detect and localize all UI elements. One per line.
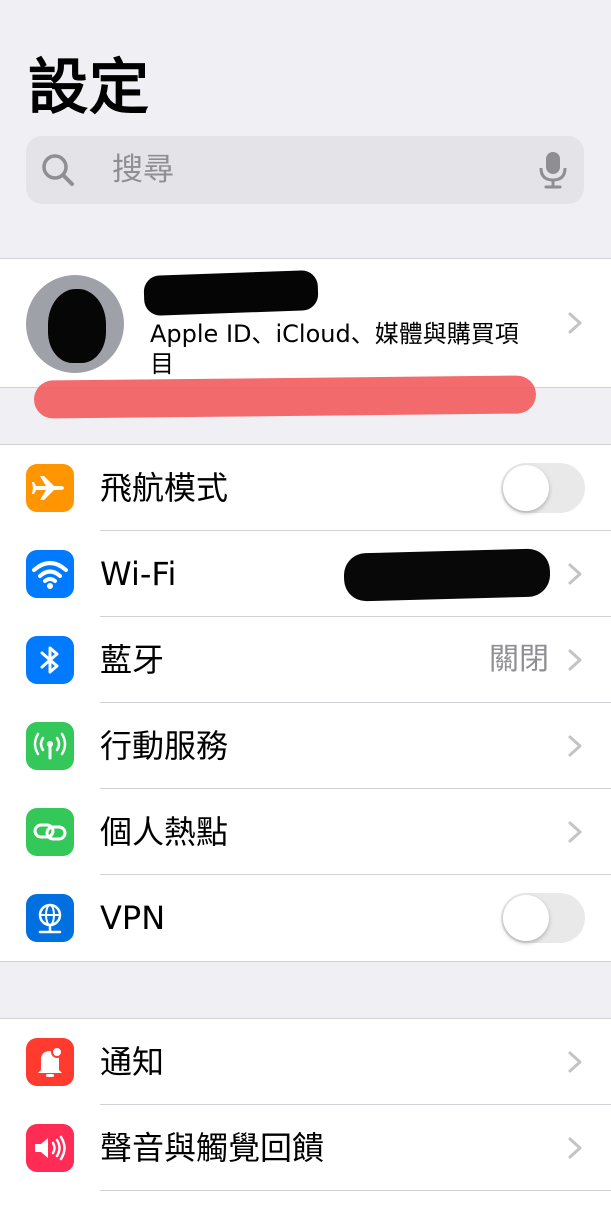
general-group: 通知 聲音與觸覺回饋 [0, 1018, 611, 1219]
search-placeholder: 搜尋 [112, 152, 174, 188]
microphone-icon[interactable] [538, 150, 568, 190]
antenna-icon [26, 722, 74, 770]
avatar [26, 275, 124, 373]
wifi-network-redaction [343, 548, 551, 602]
globe-icon [26, 894, 74, 942]
vpn-row[interactable]: VPN [0, 875, 611, 961]
avatar-redaction [48, 289, 106, 363]
vpn-label: VPN [100, 899, 166, 937]
name-redaction [143, 269, 319, 317]
personal-hotspot-row[interactable]: 個人熱點 [0, 789, 611, 875]
speaker-icon [26, 1124, 74, 1172]
sounds-haptics-label: 聲音與觸覺回饋 [100, 1129, 325, 1167]
airplane-mode-label: 飛航模式 [100, 469, 229, 507]
chevron-right-icon [568, 649, 582, 671]
airplane-icon [26, 464, 74, 512]
search-bar[interactable]: 搜尋 [26, 136, 584, 204]
chevron-right-icon [568, 735, 582, 757]
bluetooth-label: 藍牙 [100, 641, 165, 679]
notifications-row[interactable]: 通知 [0, 1019, 611, 1105]
vpn-toggle[interactable] [501, 893, 585, 943]
chevron-right-icon [568, 563, 582, 585]
cellular-label: 行動服務 [100, 727, 229, 765]
airplane-mode-row[interactable]: 飛航模式 [0, 445, 611, 531]
bluetooth-status: 關閉 [489, 642, 549, 677]
wifi-label: Wi-Fi [100, 555, 177, 593]
chevron-right-icon [568, 312, 582, 334]
bluetooth-icon [26, 636, 74, 684]
sounds-haptics-row[interactable]: 聲音與觸覺回饋 [0, 1105, 611, 1191]
personal-hotspot-label: 個人熱點 [100, 813, 229, 851]
page-title: 設定 [28, 53, 150, 123]
connectivity-group: 飛航模式 Wi-Fi 藍牙 關閉 行動服務 個人熱點 VPN [0, 444, 611, 962]
wifi-row[interactable]: Wi-Fi [0, 531, 611, 617]
link-icon [26, 808, 74, 856]
wifi-icon [26, 550, 74, 598]
notifications-label: 通知 [100, 1043, 165, 1081]
apple-id-row[interactable]: Apple ID、iCloud、媒體與購買項目 [0, 258, 611, 388]
bell-icon [26, 1038, 74, 1086]
red-redaction-mark [33, 375, 537, 419]
airplane-mode-toggle[interactable] [501, 463, 585, 513]
chevron-right-icon [568, 1137, 582, 1159]
cellular-row[interactable]: 行動服務 [0, 703, 611, 789]
search-icon [42, 154, 74, 186]
chevron-right-icon [568, 1051, 582, 1073]
bluetooth-row[interactable]: 藍牙 關閉 [0, 617, 611, 703]
chevron-right-icon [568, 821, 582, 843]
profile-subtitle: Apple ID、iCloud、媒體與購買項目 [150, 320, 519, 378]
